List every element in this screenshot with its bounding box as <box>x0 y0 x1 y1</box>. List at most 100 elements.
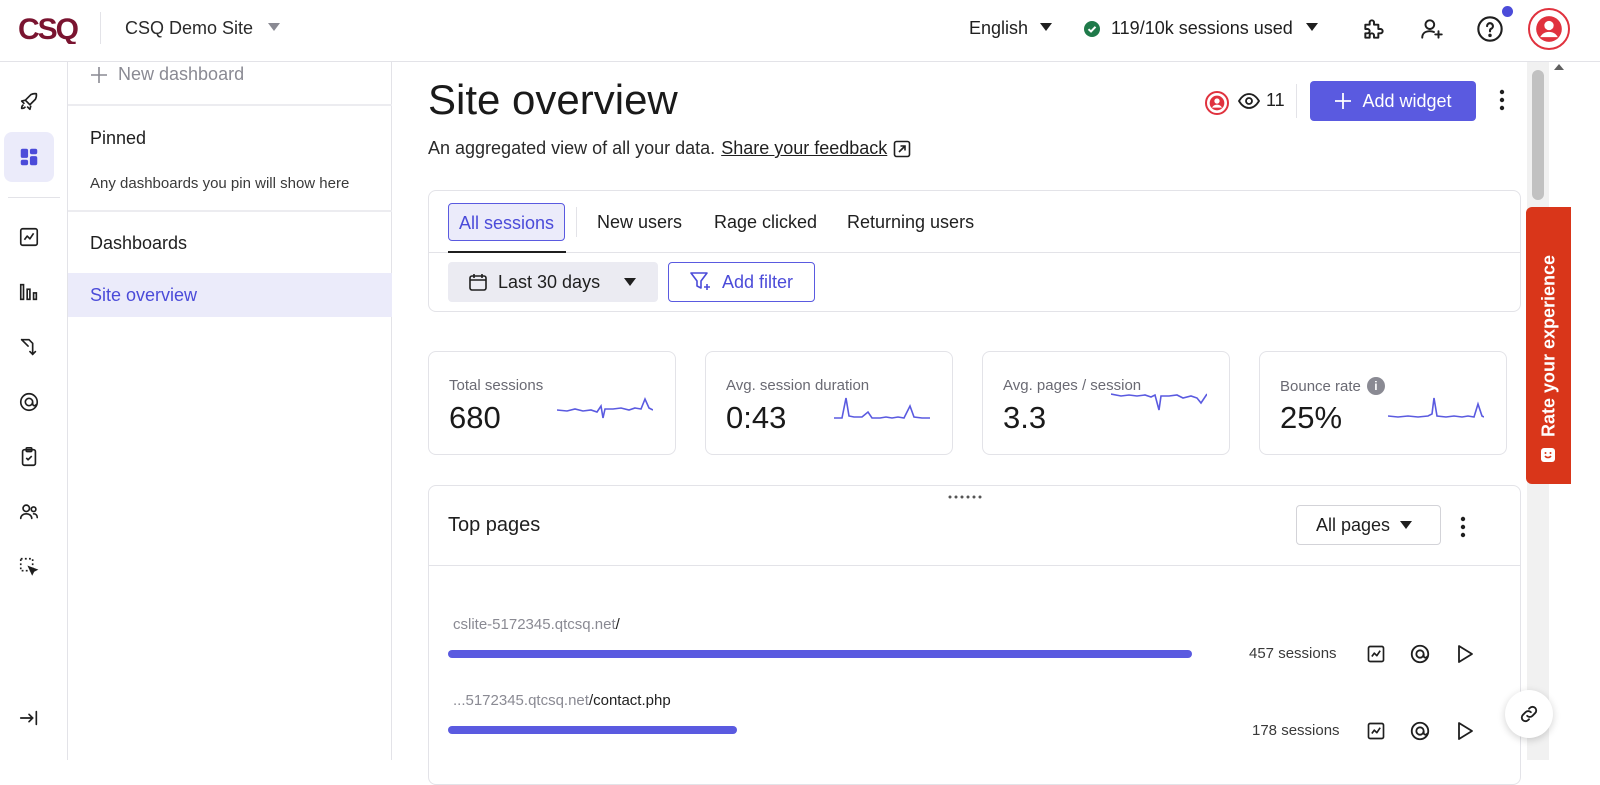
sessions-dropdown-icon[interactable] <box>1306 23 1318 31</box>
page-domain: ...5172345.qtcsq.net <box>453 692 589 709</box>
plus-icon <box>91 66 107 83</box>
pages-filter-select[interactable]: All pages <box>1296 505 1441 545</box>
kpi-label-text: Bounce rate <box>1280 377 1361 395</box>
eye-icon <box>1238 92 1260 109</box>
check-circle-icon <box>1084 21 1100 37</box>
checklist-icon[interactable] <box>4 432 54 482</box>
scroll-up-arrow-icon[interactable] <box>1553 62 1565 72</box>
page-url[interactable]: cslite-5172345.qtcsq.net/ <box>453 616 620 633</box>
kpi-card-bounce-rate[interactable]: Bounce rate i 25% <box>1259 351 1507 455</box>
user-avatar-icon[interactable] <box>1528 8 1570 50</box>
users-icon[interactable] <box>4 487 54 537</box>
dashboard-icon[interactable] <box>4 132 54 182</box>
page-sessions-bar <box>448 726 737 734</box>
trend-chart-icon[interactable] <box>1365 720 1387 742</box>
segment-tab-new-users[interactable]: New users <box>587 203 692 241</box>
segment-tab-all-sessions[interactable]: All sessions <box>448 203 566 241</box>
site-selector-label[interactable]: CSQ Demo Site <box>125 18 253 39</box>
dashboard-item-site-overview[interactable]: Site overview <box>68 273 392 317</box>
rail-divider <box>8 197 60 198</box>
pinned-empty-text: Any dashboards you pin will show here <box>90 175 350 192</box>
play-icon[interactable] <box>1454 643 1476 665</box>
collapse-icon[interactable] <box>4 693 54 743</box>
page-url[interactable]: ...5172345.qtcsq.net/contact.php <box>453 692 671 709</box>
rocket-icon[interactable] <box>4 77 54 127</box>
trend-chart-icon[interactable] <box>1365 643 1387 665</box>
segment-filter-card: All sessions New users Rage clicked Retu… <box>428 190 1521 312</box>
drag-handle-icon[interactable] <box>948 495 984 499</box>
bar-chart-icon[interactable] <box>4 267 54 317</box>
zone-icon[interactable] <box>4 377 54 427</box>
kpi-label: Avg. session duration <box>726 377 870 394</box>
new-dashboard-button[interactable]: New dashboard <box>90 64 244 85</box>
site-dropdown-icon[interactable] <box>268 23 280 31</box>
date-range-picker[interactable]: Last 30 days <box>448 262 658 302</box>
kpi-value: 680 <box>449 400 501 435</box>
widget-title: Top pages <box>448 514 541 536</box>
chevron-down-icon <box>624 278 636 286</box>
segment-tab-rage-clicked[interactable]: Rage clicked <box>704 203 827 241</box>
viewer-avatar-icon[interactable] <box>1205 91 1229 115</box>
calendar-icon <box>469 274 487 291</box>
main-content: Site overview An aggregated view of all … <box>393 62 1565 785</box>
kpi-label: Total sessions <box>449 377 544 394</box>
selection-icon[interactable] <box>4 542 54 592</box>
add-filter-button[interactable]: Add filter <box>668 262 815 302</box>
kpi-card-avg-session-duration[interactable]: Avg. session duration 0:43 <box>705 351 953 455</box>
zone-icon[interactable] <box>1409 720 1431 742</box>
pinned-heading: Pinned <box>90 128 147 148</box>
external-link-icon[interactable] <box>893 140 911 158</box>
csq-logo[interactable]: CSQ <box>18 14 84 44</box>
panel-divider <box>68 104 392 106</box>
notification-dot <box>1502 6 1513 17</box>
page-domain: cslite-5172345.qtcsq.net <box>453 616 616 633</box>
viewers-count-value: 11 <box>1266 90 1285 110</box>
dashboards-panel: New dashboard Pinned Any dashboards you … <box>68 62 392 760</box>
segment-divider <box>576 207 577 237</box>
scrollbar-thumb[interactable] <box>1532 70 1544 200</box>
copy-link-button[interactable] <box>1505 690 1553 738</box>
page-sessions-bar <box>448 650 1192 658</box>
pages-filter-value: All pages <box>1316 514 1391 535</box>
add-filter-label: Add filter <box>721 271 794 292</box>
sparkline-chart <box>834 397 930 419</box>
active-segment-underline <box>448 251 566 253</box>
kpi-card-total-sessions[interactable]: Total sessions 680 <box>428 351 676 455</box>
info-icon[interactable]: i <box>1366 377 1385 395</box>
journey-icon[interactable] <box>4 322 54 372</box>
kpi-card-avg-pages-per-session[interactable]: Avg. pages / session 3.3 <box>982 351 1230 455</box>
language-dropdown-icon[interactable] <box>1040 23 1052 31</box>
viewers-count[interactable]: 11 <box>1238 90 1285 111</box>
smile-icon <box>1541 448 1555 462</box>
segment-tab-returning-users[interactable]: Returning users <box>837 203 984 241</box>
filter-divider <box>429 252 1520 253</box>
add-user-icon[interactable] <box>1416 13 1448 45</box>
widget-divider <box>429 565 1520 566</box>
page-subtitle: An aggregated view of all your data. Sha… <box>428 138 911 159</box>
sessions-usage[interactable]: 119/10k sessions used <box>1111 18 1293 39</box>
zone-icon[interactable] <box>1409 643 1431 665</box>
widget-options-icon[interactable] <box>1460 516 1466 538</box>
help-icon[interactable] <box>1474 13 1506 45</box>
panel-divider <box>68 210 392 212</box>
kpi-value: 0:43 <box>726 400 787 435</box>
play-icon[interactable] <box>1454 720 1476 742</box>
kpi-label: Bounce rate i <box>1280 377 1385 395</box>
logo-divider <box>100 12 101 44</box>
plus-icon <box>1335 93 1352 109</box>
language-selector[interactable]: English <box>969 18 1028 39</box>
share-feedback-link[interactable]: Share your feedback <box>721 138 887 159</box>
more-options-icon[interactable] <box>1499 88 1505 112</box>
new-dashboard-label: New dashboard <box>118 64 245 84</box>
kpi-value: 3.3 <box>1003 400 1047 435</box>
left-nav-rail <box>0 62 68 760</box>
puzzle-icon[interactable] <box>1358 13 1390 45</box>
page-sessions-count: 457 sessions <box>1249 645 1337 662</box>
rate-experience-tab[interactable]: Rate your experience <box>1526 207 1571 484</box>
page-sessions-count: 178 sessions <box>1252 722 1340 739</box>
trend-chart-icon[interactable] <box>4 212 54 262</box>
add-widget-label: Add widget <box>1362 90 1452 111</box>
kpi-value: 25% <box>1280 400 1343 435</box>
rate-experience-label: Rate your experience <box>1538 254 1558 437</box>
add-widget-button[interactable]: Add widget <box>1310 81 1476 121</box>
